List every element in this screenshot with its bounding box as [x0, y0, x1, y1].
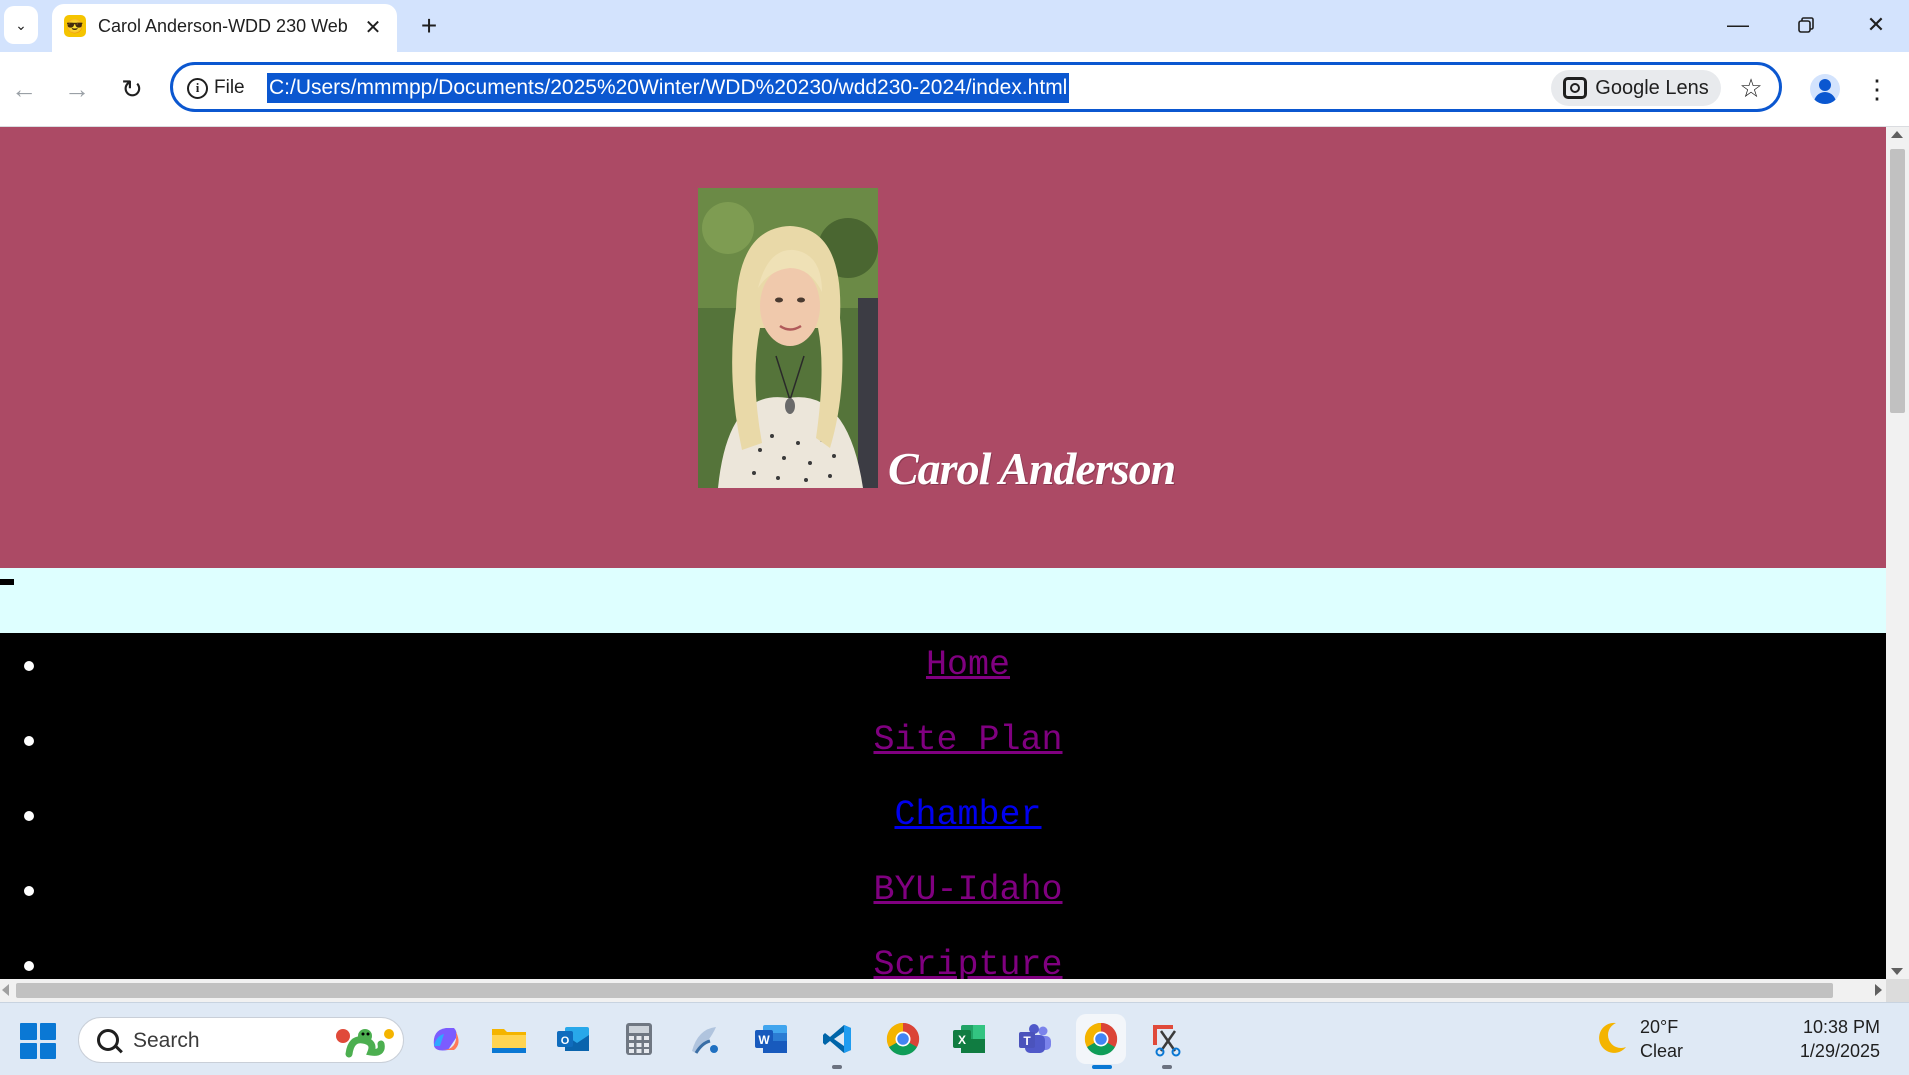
vertical-scroll-thumb[interactable] [1890, 149, 1905, 413]
nav-link-byu-idaho[interactable]: BYU-Idaho [0, 870, 1886, 910]
close-icon[interactable]: ✕ [360, 14, 386, 40]
back-arrow-icon[interactable]: ← [4, 69, 44, 109]
snake-new-year-icon [336, 1029, 394, 1058]
site-name-heading: Carol Anderson [888, 443, 1176, 494]
google-lens-button[interactable]: Google Lens [1551, 70, 1721, 106]
tab-search-button[interactable]: ⌄ [4, 6, 38, 44]
browser-toolbar: ← → ↻ i File C:/Users/mmmpp/Documents/20… [0, 52, 1909, 127]
svg-text:O: O [561, 1035, 570, 1047]
excel-icon[interactable]: X [948, 1018, 990, 1060]
scroll-left-arrow-icon[interactable] [2, 984, 9, 996]
calculator-icon[interactable] [618, 1018, 660, 1060]
copilot-icon[interactable] [424, 1018, 466, 1060]
moon-icon [1599, 1022, 1626, 1053]
nav-link-scripture[interactable]: Scripture [0, 945, 1886, 979]
taskbar: Search O W X T 20°F Clear 10:38 PM 1/29/… [0, 1002, 1909, 1075]
vscode-icon[interactable] [816, 1018, 858, 1060]
snipping-tool-running-indicator [1162, 1065, 1172, 1069]
weather-temperature[interactable]: 20°F [1640, 1017, 1678, 1038]
clock-time[interactable]: 10:38 PM [1700, 1017, 1880, 1038]
site-header: Carol Anderson [0, 127, 1886, 568]
word-icon[interactable]: W [750, 1018, 792, 1060]
nav-link-site-plan[interactable]: Site Plan [0, 720, 1886, 760]
nav-item-chamber: Chamber [0, 783, 1886, 843]
nav-link-home[interactable]: Home [0, 645, 1886, 685]
outlook-icon[interactable]: O [552, 1018, 594, 1060]
scroll-down-arrow-icon[interactable] [1891, 968, 1903, 975]
nav-item-byu-idaho: BYU-Idaho [0, 858, 1886, 918]
tab-strip: ⌄ 😎 Carol Anderson-WDD 230 Web ✕ + — ✕ [0, 0, 1909, 52]
minimize-icon[interactable]: — [1714, 6, 1762, 44]
chrome-icon[interactable] [882, 1018, 924, 1060]
site-navigation: Home Site Plan Chamber BYU-Idaho Scriptu… [0, 633, 1886, 979]
address-bar[interactable]: i File C:/Users/mmmpp/Documents/2025%20W… [170, 62, 1782, 112]
scroll-right-arrow-icon[interactable] [1875, 984, 1882, 996]
file-explorer-icon[interactable] [488, 1018, 530, 1060]
chevron-down-icon: ⌄ [15, 16, 27, 33]
nav-item-home: Home [0, 633, 1886, 693]
site-chip-label: File [214, 77, 245, 98]
close-window-icon[interactable]: ✕ [1852, 6, 1900, 44]
weather-condition[interactable]: Clear [1640, 1041, 1683, 1062]
reload-icon[interactable]: ↻ [112, 69, 152, 109]
profile-photo [698, 188, 878, 488]
hamburger-menu-icon[interactable] [0, 579, 14, 585]
taskbar-search[interactable]: Search [78, 1017, 404, 1063]
search-label: Search [133, 1029, 200, 1052]
info-icon: i [187, 77, 208, 99]
chrome-active-icon[interactable] [1080, 1018, 1122, 1060]
windows-start-icon[interactable] [20, 1023, 56, 1059]
vscode-running-indicator [832, 1065, 842, 1069]
scroll-up-arrow-icon[interactable] [1891, 131, 1903, 138]
nav-link-chamber[interactable]: Chamber [0, 795, 1886, 835]
nav-item-scripture: Scripture [0, 933, 1886, 979]
new-tab-button[interactable]: + [412, 9, 446, 43]
horizontal-scrollbar[interactable] [0, 979, 1886, 1002]
chrome-active-indicator [1092, 1065, 1112, 1069]
bookmark-star-icon[interactable]: ☆ [1733, 70, 1769, 106]
nav-toggle-band [0, 568, 1886, 633]
url-text[interactable]: C:/Users/mmmpp/Documents/2025%20Winter/W… [267, 73, 1070, 103]
active-tab[interactable]: 😎 Carol Anderson-WDD 230 Web ✕ [52, 4, 397, 52]
page-viewport: Carol Anderson Home Site Plan Chamber BY… [0, 127, 1886, 979]
search-icon [97, 1029, 119, 1051]
smiley-sunglasses-icon: 😎 [64, 15, 86, 37]
paint-icon[interactable] [684, 1018, 726, 1060]
teams-icon[interactable]: T [1014, 1018, 1056, 1060]
vertical-scrollbar[interactable] [1886, 127, 1909, 979]
site-info-chip[interactable]: i File [187, 74, 245, 102]
svg-text:X: X [958, 1033, 966, 1047]
forward-arrow-icon[interactable]: → [57, 69, 97, 109]
svg-text:W: W [758, 1033, 770, 1047]
restore-icon[interactable] [1782, 6, 1830, 44]
scrollbar-corner [1886, 979, 1909, 1002]
tab-title: Carol Anderson-WDD 230 Web [98, 16, 348, 36]
more-options-icon[interactable]: ⋮ [1862, 72, 1892, 106]
nav-item-site-plan: Site Plan [0, 708, 1886, 768]
horizontal-scroll-thumb[interactable] [16, 983, 1833, 998]
google-lens-label: Google Lens [1595, 76, 1709, 99]
snipping-tool-icon[interactable] [1146, 1018, 1188, 1060]
camera-lens-icon [1563, 77, 1588, 99]
clock-date[interactable]: 1/29/2025 [1700, 1041, 1880, 1062]
profile-avatar-icon[interactable] [1810, 74, 1840, 104]
svg-text:T: T [1023, 1034, 1031, 1048]
